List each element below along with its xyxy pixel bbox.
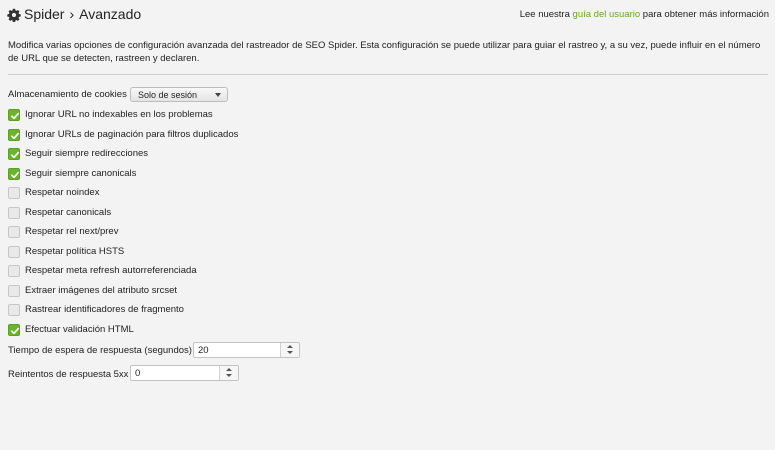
option-checkbox[interactable] xyxy=(8,265,20,277)
option-label: Rastrear identificadores de fragmento xyxy=(25,304,184,315)
page-header: Spider › Avanzado Lee nuestra guía del usu… xyxy=(0,0,775,30)
option-checkbox[interactable] xyxy=(8,109,20,121)
page-title: Spider › Avanzado xyxy=(24,6,141,22)
decrement-icon[interactable] xyxy=(287,351,293,354)
gear-icon xyxy=(7,8,21,22)
check-icon xyxy=(11,132,20,139)
page-description: Modifica varias opciones de configuració… xyxy=(8,40,761,64)
breadcrumb-current: Avanzado xyxy=(79,6,142,22)
option-checkbox[interactable] xyxy=(8,304,20,316)
option-label: Respetar política HSTS xyxy=(25,245,125,257)
option-checkbox[interactable] xyxy=(8,226,20,238)
option-checkbox[interactable] xyxy=(8,245,20,258)
option-checkbox[interactable] xyxy=(8,187,20,199)
option-label: Seguir siempre canonicals xyxy=(25,167,137,179)
increment-icon[interactable] xyxy=(287,345,293,348)
option-checkbox[interactable] xyxy=(8,167,20,180)
user-guide-link[interactable]: guía del usuario xyxy=(573,9,641,20)
cookie-storage-select[interactable]: Solo de sesión xyxy=(130,87,228,102)
option-checkbox[interactable] xyxy=(8,148,20,160)
timeout-label: Tiempo de espera de respuesta (segundos) xyxy=(8,345,192,356)
option-label: Ignorar URLs de paginación para filtros … xyxy=(25,128,239,140)
option-checkbox[interactable] xyxy=(8,128,20,141)
chevron-down-icon xyxy=(215,93,221,97)
option-label: Respetar rel next/prev xyxy=(25,226,119,237)
check-icon xyxy=(11,151,20,159)
option-label: Ignorar URL no indexables en los problem… xyxy=(25,109,213,120)
check-icon xyxy=(11,171,20,178)
divider xyxy=(8,74,768,75)
help-text: Lee nuestra guía del usuario para obtene… xyxy=(520,9,769,20)
check-icon xyxy=(11,327,20,334)
option-checkbox[interactable] xyxy=(8,206,20,219)
option-label: Respetar canonicals xyxy=(25,206,112,218)
option-label: Extraer imágenes del atributo srcset xyxy=(25,284,178,296)
option-label: Seguir siempre redirecciones xyxy=(25,148,149,159)
timeout-stepper[interactable] xyxy=(193,342,300,358)
retries-spin-buttons[interactable] xyxy=(219,366,238,380)
option-label: Respetar noindex xyxy=(25,187,100,198)
option-checkbox[interactable] xyxy=(8,323,20,336)
retries-stepper[interactable] xyxy=(130,365,239,381)
option-label: Respetar meta refresh autorreferenciada xyxy=(25,265,197,276)
timeout-spin-buttons[interactable] xyxy=(280,343,299,357)
increment-icon[interactable] xyxy=(226,368,232,371)
option-checkbox[interactable] xyxy=(8,284,20,297)
help-prefix: Lee nuestra xyxy=(519,9,570,20)
breadcrumb-separator: › xyxy=(69,6,75,22)
cookie-storage-label: Almacenamiento de cookies xyxy=(8,89,127,100)
timeout-input[interactable] xyxy=(198,344,278,356)
decrement-icon[interactable] xyxy=(226,374,232,377)
breadcrumb-section[interactable]: Spider xyxy=(24,6,64,22)
retries-input[interactable] xyxy=(135,367,217,379)
retries-label: Reintentos de respuesta 5xx xyxy=(8,369,129,380)
check-icon xyxy=(11,112,20,120)
cookie-storage-value: Solo de sesión xyxy=(138,89,198,100)
option-label: Efectuar validación HTML xyxy=(25,323,134,335)
help-suffix: para obtener más información xyxy=(642,9,769,20)
